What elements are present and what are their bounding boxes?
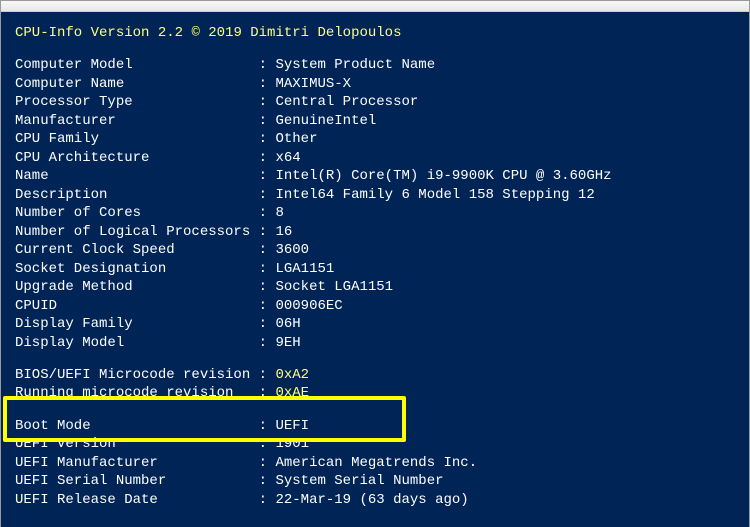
- field-boot-mode: Boot Mode : UEFI: [15, 417, 739, 435]
- field-logical: Number of Logical Processors : 16: [15, 223, 739, 241]
- field-display-model: Display Model : 9EH: [15, 334, 739, 352]
- field-description: Description : Intel64 Family 6 Model 158…: [15, 186, 739, 204]
- field-manufacturer: Manufacturer : GenuineIntel: [15, 112, 739, 130]
- app-name: CPU-Info Version 2.2: [15, 25, 183, 41]
- field-clock: Current Clock Speed : 3600: [15, 241, 739, 259]
- field-uefi-version: UEFI Version : 1901: [15, 435, 739, 453]
- field-uefi-serial: UEFI Serial Number : System Serial Numbe…: [15, 472, 739, 490]
- field-computer-name: Computer Name : MAXIMUS-X: [15, 75, 739, 93]
- app-copyright: © 2019 Dimitri Delopoulos: [191, 25, 401, 41]
- field-uefi-manufacturer: UEFI Manufacturer : American Megatrends …: [15, 454, 739, 472]
- field-bios-microcode: BIOS/UEFI Microcode revision : 0xA2: [15, 366, 739, 384]
- terminal-output[interactable]: CPU-Info Version 2.2 © 2019 Dimitri Delo…: [1, 12, 749, 527]
- field-socket: Socket Designation : LGA1151: [15, 260, 739, 278]
- field-cpu-family: CPU Family : Other: [15, 130, 739, 148]
- field-processor-type: Processor Type : Central Processor: [15, 93, 739, 111]
- field-cpu-arch: CPU Architecture : x64: [15, 149, 739, 167]
- terminal-window: CPU-Info Version 2.2 © 2019 Dimitri Delo…: [0, 0, 750, 527]
- section-spacer: [15, 403, 739, 417]
- field-name: Name : Intel(R) Core(TM) i9-9900K CPU @ …: [15, 167, 739, 185]
- field-upgrade: Upgrade Method : Socket LGA1151: [15, 278, 739, 296]
- app-header: CPU-Info Version 2.2 © 2019 Dimitri Delo…: [15, 24, 739, 42]
- bios-microcode-value: 0xA2: [275, 367, 309, 383]
- window-titlebar[interactable]: [1, 1, 749, 12]
- field-cpuid: CPUID : 000906EC: [15, 297, 739, 315]
- running-microcode-value: 0xAE: [275, 385, 309, 401]
- field-display-family: Display Family : 06H: [15, 315, 739, 333]
- section-spacer: [15, 352, 739, 366]
- field-cores: Number of Cores : 8: [15, 204, 739, 222]
- field-running-microcode: Running microcode revision : 0xAE: [15, 384, 739, 402]
- field-uefi-date: UEFI Release Date : 22-Mar-19 (63 days a…: [15, 491, 739, 509]
- field-computer-model: Computer Model : System Product Name: [15, 56, 739, 74]
